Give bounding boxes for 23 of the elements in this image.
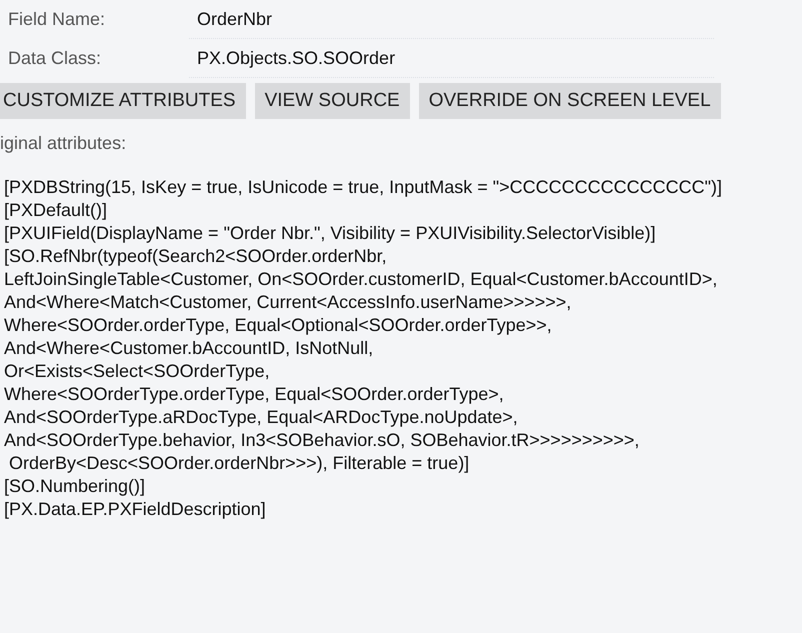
code-line: [PXUIField(DisplayName = "Order Nbr.", Visibility = PXUIVisibility.SelectorVisible)] bbox=[4, 222, 656, 245]
code-line: Or<Exists<Select<SOOrderType, bbox=[4, 360, 270, 383]
code-line: Where<SOOrderType.orderType, Equal<SOOrder.orderType>, bbox=[4, 383, 504, 406]
field-label: Data Class: bbox=[7, 48, 102, 69]
field-value: OrderNbr bbox=[197, 8, 272, 30]
code-line: [PXDefault()] bbox=[4, 199, 108, 222]
code-line: [PXDBString(15, IsKey = true, IsUnicode = true, InputMask = ">CCCCCCCCCCCCCCC")] bbox=[4, 176, 722, 199]
field-label: Field Name: bbox=[7, 9, 106, 30]
action-button[interactable]: CUSTOMIZE ATTRIBUTES bbox=[0, 83, 246, 119]
code-line: And<Where<Customer.bAccountID, IsNotNull, bbox=[4, 337, 374, 360]
code-line: And<SOOrderType.behavior, In3<SOBehavior.sO, SOBehavior.tR>>>>>>>>>>, bbox=[4, 429, 640, 452]
code-line: Where<SOOrder.orderType, Equal<Optional<SOOrder.orderType>>, bbox=[4, 314, 552, 337]
code-line: OrderBy<Desc<SOOrder.orderNbr>>>), Filterable = true)] bbox=[8, 452, 470, 475]
action-button[interactable]: VIEW SOURCE bbox=[254, 83, 410, 119]
code-line: [PX.Data.EP.PXFieldDescription] bbox=[4, 498, 266, 521]
action-button[interactable]: OVERRIDE ON SCREEN LEVEL bbox=[418, 83, 721, 119]
code-line: And<SOOrderType.aRDocType, Equal<ARDocType.noUpdate>, bbox=[4, 406, 518, 429]
field-value: PX.Objects.SO.SOOrder bbox=[197, 48, 396, 68]
code-line: LeftJoinSingleTable<Customer, On<SOOrder.customerID, Equal<Customer.bAccountID>, bbox=[4, 268, 718, 291]
code-line: [SO.Numbering()] bbox=[4, 475, 146, 498]
section-heading: iginal attributes: bbox=[0, 133, 126, 154]
code-line: And<Where<Match<Customer, Current<AccessInfo.userName>>>>>>, bbox=[4, 291, 572, 314]
code-line: [SO.RefNbr(typeof(Search2<SOOrder.orderNbr, bbox=[4, 245, 387, 268]
